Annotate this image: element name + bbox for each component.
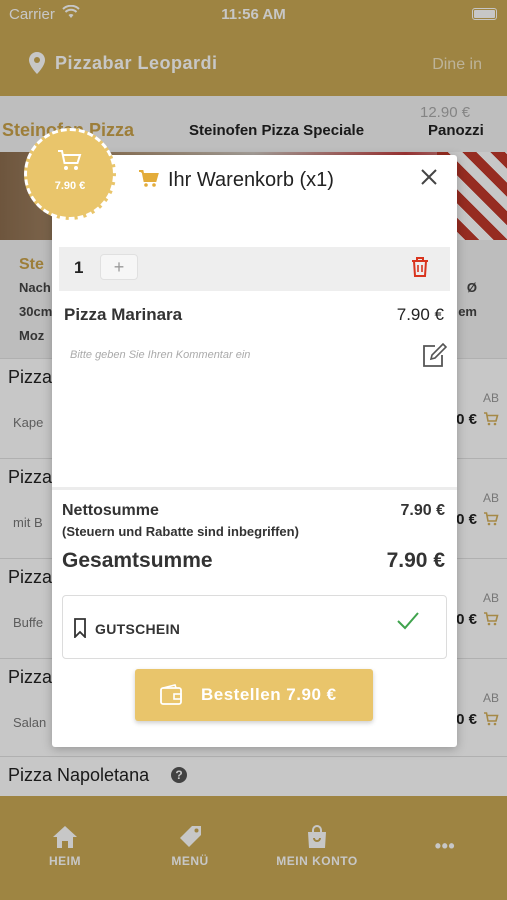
voucher-label: GUTSCHEIN <box>95 621 181 637</box>
close-icon[interactable] <box>417 165 441 189</box>
grand-total-label: Gesamtsumme <box>62 549 213 572</box>
cart-total-badge[interactable]: 7.90 € <box>24 128 116 220</box>
cart-item-name: Pizza Marinara <box>64 305 183 324</box>
cart-icon <box>138 169 160 194</box>
trash-icon[interactable] <box>410 256 430 283</box>
divider <box>52 487 457 490</box>
comment-input[interactable]: Bitte geben Sie Ihren Kommentar ein <box>70 349 250 361</box>
net-total-value: 7.90 € <box>400 502 445 519</box>
net-total-note: (Steuern und Rabatte sind inbegriffen) <box>62 524 299 539</box>
net-total-label: Nettosumme <box>62 502 159 519</box>
voucher-field[interactable]: GUTSCHEIN <box>62 595 447 659</box>
order-button-label: Bestellen 7.90 € <box>201 685 337 704</box>
wallet-icon <box>159 684 183 711</box>
edit-icon[interactable] <box>421 342 448 374</box>
quantity-value: 1 <box>74 258 84 277</box>
cart-modal: Ihr Warenkorb (x1) 1 + Pizza Marinara 7.… <box>52 155 457 747</box>
bookmark-icon <box>73 618 87 643</box>
cart-badge-price: 7.90 € <box>54 180 86 192</box>
grand-total-value: 7.90 € <box>386 549 445 572</box>
cart-item-price: 7.90 € <box>396 305 444 324</box>
checkmark-icon[interactable] <box>396 610 420 635</box>
cart-icon <box>58 150 82 170</box>
increase-quantity-button[interactable]: + <box>100 254 138 280</box>
quantity-bar: 1 + <box>59 247 450 291</box>
cart-title: Ihr Warenkorb (x1) <box>168 169 334 191</box>
order-button[interactable]: Bestellen 7.90 € <box>135 669 373 721</box>
